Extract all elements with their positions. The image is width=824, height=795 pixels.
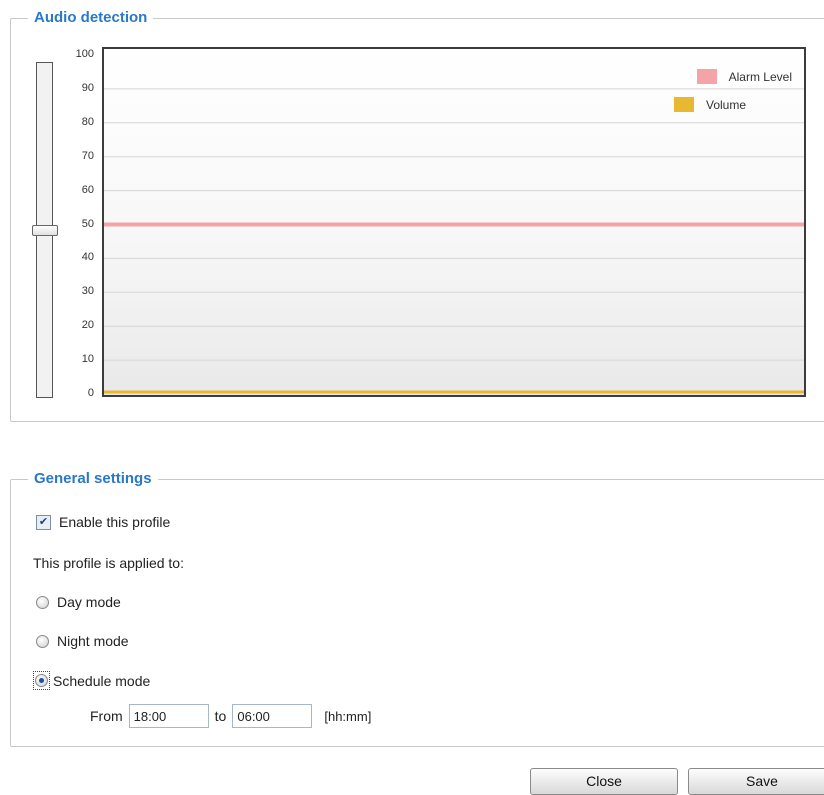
day-mode-label[interactable]: Day mode: [57, 594, 121, 610]
from-time-input[interactable]: [128, 704, 209, 728]
legend-alarm-level-label: Alarm Level: [728, 69, 792, 84]
schedule-mode-radio[interactable]: [35, 674, 48, 687]
day-mode-radio[interactable]: [36, 595, 49, 609]
legend-alarm-level: Alarm Level: [696, 69, 792, 84]
y-tick-label: 80: [81, 115, 94, 128]
close-button[interactable]: Close: [530, 768, 678, 795]
night-mode-label[interactable]: Night mode: [57, 633, 129, 649]
save-button[interactable]: Save: [688, 768, 824, 795]
enable-profile-label[interactable]: Enable this profile: [59, 514, 170, 530]
schedule-mode-option[interactable]: Schedule mode: [33, 671, 150, 690]
y-tick-label: 50: [81, 217, 94, 230]
alarm-level-swatch: [696, 69, 717, 84]
y-tick-label: 0: [87, 387, 94, 399]
night-mode-radio[interactable]: [36, 634, 49, 648]
y-tick-label: 40: [81, 251, 94, 264]
night-mode-option[interactable]: Night mode: [36, 633, 129, 649]
schedule-mode-label[interactable]: Schedule mode: [53, 673, 150, 689]
applied-to-text: This profile is applied to:: [33, 555, 184, 571]
legend-volume: Volume: [674, 97, 746, 112]
applied-to-label: This profile is applied to:: [33, 555, 184, 571]
volume-swatch: [674, 97, 694, 112]
audio-detection-title: Audio detection: [28, 9, 154, 26]
y-tick-label: 30: [81, 285, 94, 298]
time-format-hint: [hh:mm]: [324, 708, 372, 724]
y-tick-label: 90: [81, 81, 94, 94]
day-mode-option[interactable]: Day mode: [36, 594, 121, 610]
alarm-level-slider-handle[interactable]: [32, 224, 58, 236]
schedule-mode-focus[interactable]: [33, 671, 50, 690]
y-tick-label: 100: [75, 48, 94, 60]
legend-volume-label: Volume: [706, 97, 747, 112]
enable-profile-row[interactable]: ✔ Enable this profile: [36, 514, 170, 530]
general-settings-title: General settings: [28, 470, 158, 487]
y-tick-label: 10: [81, 353, 94, 366]
audio-level-chart: Alarm Level Volume: [102, 47, 806, 397]
y-tick-label: 70: [81, 149, 94, 162]
to-label: to: [214, 708, 227, 724]
from-label: From: [90, 708, 123, 724]
enable-profile-checkbox[interactable]: ✔: [36, 514, 51, 530]
schedule-time-row: From to [hh:mm]: [90, 704, 371, 728]
y-tick-label: 20: [81, 319, 94, 332]
y-tick-label: 60: [81, 183, 94, 196]
to-time-input[interactable]: [232, 704, 313, 728]
